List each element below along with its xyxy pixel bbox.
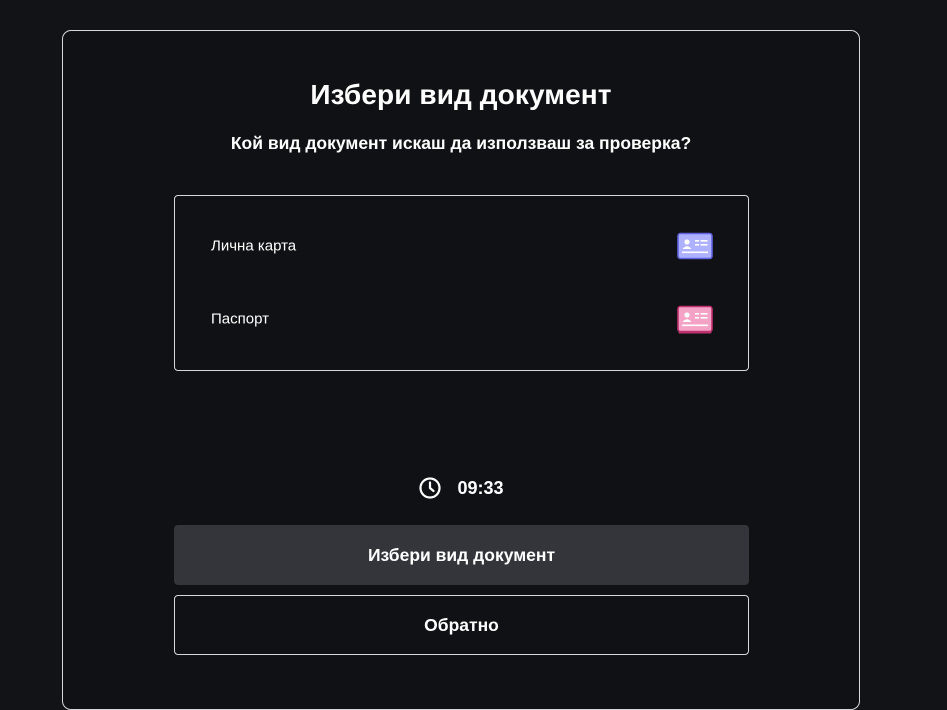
passport-icon [677, 305, 713, 334]
page-title: Избери вид документ [310, 79, 612, 110]
document-selection-card: Избери вид документ Кой вид документ иск… [62, 30, 860, 710]
option-passport[interactable]: Паспорт [175, 291, 748, 347]
page-subtitle: Кой вид документ искаш да използваш за п… [230, 133, 692, 153]
document-options-list: Лична карта Паспорт [174, 195, 749, 371]
countdown-timer: 09:33 [63, 476, 859, 500]
clock-icon [418, 476, 442, 500]
option-label-id-card: Лична карта [211, 237, 297, 255]
option-id-card[interactable]: Лична карта [175, 218, 748, 274]
id-card-icon [677, 232, 713, 260]
back-button[interactable]: Обратно [174, 595, 749, 655]
option-label-passport: Паспорт [211, 310, 269, 328]
select-document-type-button[interactable]: Избери вид документ [174, 525, 749, 585]
timer-value: 09:33 [457, 477, 504, 498]
